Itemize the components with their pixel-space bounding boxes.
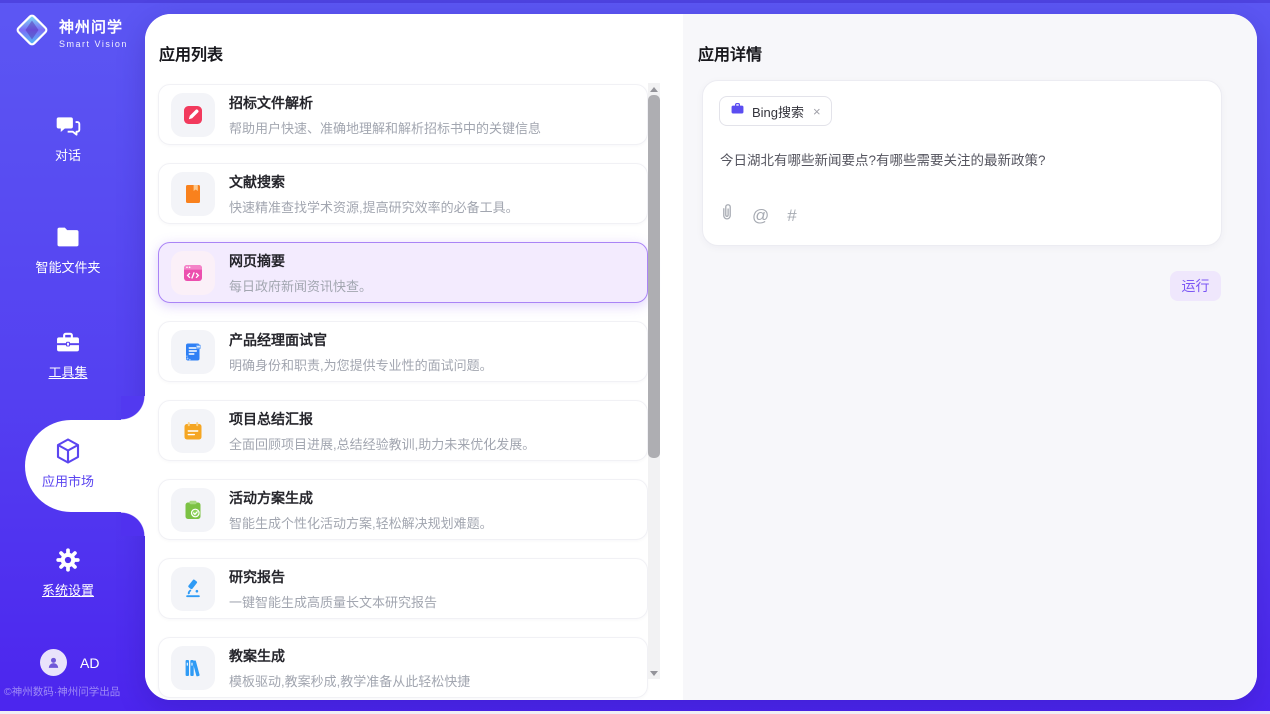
app-list-pane: 应用列表 招标文件解析 帮助用户快速、准确地理解和解析招标书中的关键信息 [145, 14, 683, 700]
app-item-desc: 帮助用户快速、准确地理解和解析招标书中的关键信息 [229, 118, 541, 137]
document-edit-icon [171, 93, 215, 137]
sidebar-active-fillet-bottom [121, 512, 145, 536]
app-item-research-report[interactable]: 研究报告 一键智能生成高质量长文本研究报告 [158, 558, 648, 619]
composer-toolbar: @ # [720, 203, 797, 227]
app-item-webpage-summary[interactable]: 网页摘要 每日政府新闻资讯快查。 [158, 242, 648, 303]
app-detail-pane: 应用详情 Bing搜索 × 今日湖北有哪些新闻要点?有哪些需要关注的最新政策? [683, 14, 1257, 700]
books-icon [171, 646, 215, 690]
app-item-desc: 一键智能生成高质量长文本研究报告 [229, 592, 437, 611]
app-item-desc: 明确身份和职责,为您提供专业性的面试问题。 [229, 355, 493, 374]
app-market-cube-icon [0, 436, 136, 466]
scroll-up-button[interactable] [648, 83, 660, 95]
sidebar-item-smart-folder[interactable]: 智能文件夹 [0, 222, 136, 276]
sidebar-active-fillet-top [121, 396, 145, 420]
calendar-summary-icon [171, 409, 215, 453]
folder-icon [0, 222, 136, 252]
sidebar-item-chat[interactable]: 对话 [0, 110, 136, 164]
interview-doc-icon [171, 330, 215, 374]
app-list: 招标文件解析 帮助用户快速、准确地理解和解析招标书中的关键信息 文献搜索 快速精… [158, 84, 648, 700]
user-name: AD [80, 655, 99, 671]
webpage-code-icon [171, 251, 215, 295]
research-icon [171, 567, 215, 611]
mention-icon[interactable]: @ [752, 207, 769, 224]
tool-tag-bing-search[interactable]: Bing搜索 × [719, 96, 832, 126]
app-item-name: 研究报告 [229, 567, 437, 587]
app-item-name: 教案生成 [229, 646, 470, 666]
sidebar-item-label: 应用市场 [0, 471, 136, 490]
app-item-bid-document-analysis[interactable]: 招标文件解析 帮助用户快速、准确地理解和解析招标书中的关键信息 [158, 84, 648, 145]
sidebar-item-label: 系统设置 [0, 580, 136, 599]
app-item-desc: 每日政府新闻资讯快查。 [229, 276, 372, 295]
app-item-desc: 全面回顾项目进展,总结经验教训,助力未来优化发展。 [229, 434, 535, 453]
brand-name: 神州问学 [59, 16, 128, 37]
toolbox-icon [0, 327, 136, 357]
app-item-lesson-plan-generator[interactable]: 教案生成 模板驱动,教案秒成,教学准备从此轻松快捷 [158, 637, 648, 698]
app-item-desc: 模板驱动,教案秒成,教学准备从此轻松快捷 [229, 671, 470, 690]
copyright-footer: ©神州数码·神州问学出品 [4, 684, 144, 699]
tool-tag-label: Bing搜索 [752, 102, 804, 121]
clipboard-check-icon [171, 488, 215, 532]
app-item-literature-search[interactable]: 文献搜索 快速精准查找学术资源,提高研究效率的必备工具。 [158, 163, 648, 224]
run-button[interactable]: 运行 [1170, 271, 1221, 301]
sidebar-item-settings[interactable]: 系统设置 [0, 545, 136, 599]
scroll-down-button[interactable] [648, 667, 660, 679]
main-content-card: 应用列表 招标文件解析 帮助用户快速、准确地理解和解析招标书中的关键信息 [145, 14, 1257, 700]
scroll-down-arrow-icon [650, 671, 658, 676]
user-account[interactable]: AD [40, 649, 99, 676]
app-item-name: 招标文件解析 [229, 93, 541, 113]
sidebar-item-label: 智能文件夹 [0, 257, 136, 276]
brand-logo: 神州问学 Smart Vision [13, 11, 128, 54]
app-detail-title: 应用详情 [698, 41, 762, 65]
scroll-up-arrow-icon [650, 87, 658, 92]
prompt-composer[interactable]: Bing搜索 × 今日湖北有哪些新闻要点?有哪些需要关注的最新政策? @ # [702, 80, 1222, 246]
app-item-name: 活动方案生成 [229, 488, 493, 508]
sidebar-item-label: 工具集 [0, 362, 136, 381]
brand-subtitle: Smart Vision [59, 39, 128, 49]
tag-close-icon[interactable]: × [813, 104, 821, 119]
app-list-scrollbar[interactable] [648, 83, 660, 679]
app-item-name: 项目总结汇报 [229, 409, 535, 429]
app-item-name: 产品经理面试官 [229, 330, 493, 350]
app-window: 神州问学 Smart Vision 对话 智能文件夹 [0, 0, 1270, 714]
chat-icon [0, 110, 136, 140]
app-item-pm-interviewer[interactable]: 产品经理面试官 明确身份和职责,为您提供专业性的面试问题。 [158, 321, 648, 382]
app-item-event-plan-generator[interactable]: 活动方案生成 智能生成个性化活动方案,轻松解决规划难题。 [158, 479, 648, 540]
app-item-desc: 智能生成个性化活动方案,轻松解决规划难题。 [229, 513, 493, 532]
app-item-name: 网页摘要 [229, 251, 372, 271]
sidebar-item-toolbox[interactable]: 工具集 [0, 327, 136, 381]
app-item-desc: 快速精准查找学术资源,提高研究效率的必备工具。 [229, 197, 519, 216]
app-item-project-summary[interactable]: 项目总结汇报 全面回顾项目进展,总结经验教训,助力未来优化发展。 [158, 400, 648, 461]
book-icon [171, 172, 215, 216]
app-list-title: 应用列表 [159, 41, 223, 65]
app-item-name: 文献搜索 [229, 172, 519, 192]
sidebar-item-label: 对话 [0, 145, 136, 164]
topic-icon[interactable]: # [787, 207, 796, 224]
briefcase-icon [730, 101, 745, 121]
avatar [40, 649, 67, 676]
window-top-edge [0, 0, 1270, 3]
attachment-icon[interactable] [720, 203, 734, 227]
brand-diamond-icon [13, 11, 51, 54]
scrollbar-thumb[interactable] [648, 95, 660, 458]
sidebar-item-app-market[interactable]: 应用市场 [0, 436, 136, 490]
gear-icon [0, 545, 136, 575]
prompt-text[interactable]: 今日湖北有哪些新闻要点?有哪些需要关注的最新政策? [720, 151, 1203, 171]
